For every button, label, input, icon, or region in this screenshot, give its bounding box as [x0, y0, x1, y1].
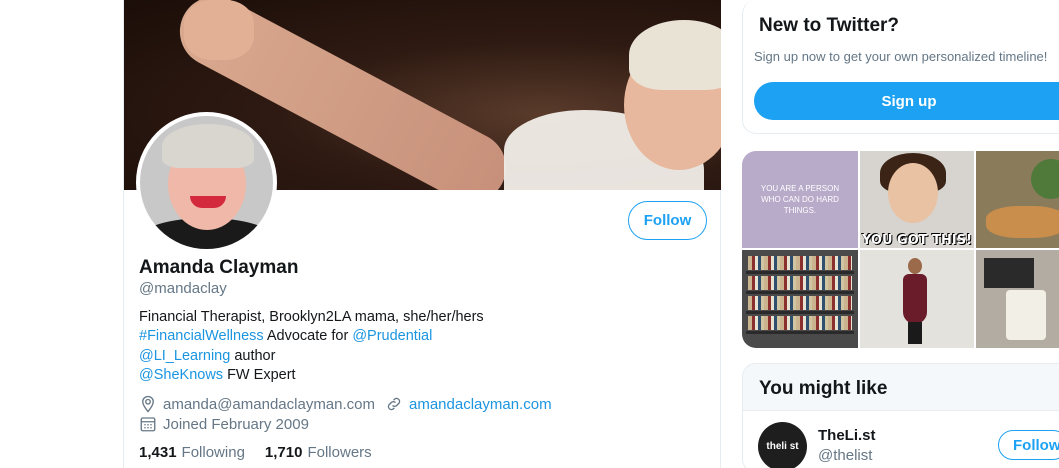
link-icon	[387, 397, 401, 411]
suggested-account-row[interactable]: theli st TheLi.st @thelist Follow	[743, 410, 1059, 468]
mention-link-li-learning[interactable]: @LI_Learning	[139, 348, 230, 364]
you-might-like-card: You might like theli st TheLi.st @thelis…	[742, 363, 1059, 468]
bio-line-2: #FinancialWellness Advocate for @Prudent…	[139, 327, 699, 346]
profile-website-link[interactable]: amandaclayman.com	[409, 396, 552, 413]
media-tile-kid[interactable]: YOU GOT THIS!	[860, 151, 974, 248]
banner-hair-shape	[629, 20, 721, 90]
suggested-account-avatar[interactable]: theli st	[758, 422, 807, 468]
media-caption: YOU GOT THIS!	[861, 233, 973, 248]
media-tile-mug[interactable]	[976, 250, 1059, 348]
followers-count: 1,710	[264, 444, 303, 461]
profile-column: Follow Amanda Clayman @mandaclay Financi…	[123, 0, 721, 468]
profile-handle: @mandaclay	[139, 280, 227, 297]
mug-shape	[1006, 290, 1046, 340]
profile-bio: Financial Therapist, Brooklyn2LA mama, s…	[139, 308, 699, 385]
profile-joined: Joined February 2009	[163, 415, 309, 433]
profile-location: amanda@amandaclayman.com	[163, 395, 375, 413]
signup-title: New to Twitter?	[759, 15, 900, 36]
shelf-line	[746, 331, 854, 334]
mention-link-sheknows[interactable]: @SheKnows	[139, 367, 223, 383]
following-label: Following	[181, 444, 245, 461]
suggested-account-handle: @thelist	[818, 447, 873, 464]
person-shape	[900, 258, 930, 344]
bio-text: Advocate for	[263, 328, 353, 345]
bio-text: FW Expert	[223, 366, 296, 383]
signup-button[interactable]: Sign up	[754, 82, 1059, 120]
fireplace-shape	[984, 258, 1034, 288]
mention-link-prudential[interactable]: @Prudential	[352, 328, 432, 344]
shelf-line	[746, 311, 854, 314]
media-tile-quote[interactable]: YOU ARE A PERSON WHO CAN DO HARD THINGS.	[742, 151, 858, 248]
shelf-line	[746, 271, 854, 274]
following-stat[interactable]: 1,431 Following	[139, 444, 245, 461]
books-row	[748, 276, 852, 290]
books-row	[748, 316, 852, 330]
profile-stats: 1,431 Following 1,710 Followers	[139, 444, 392, 461]
bio-line-4: @SheKnows FW Expert	[139, 366, 699, 385]
profile-joined-row: Joined February 2009	[139, 415, 309, 433]
person-head	[908, 258, 922, 274]
books-row	[748, 296, 852, 310]
avatar-hair-shape	[162, 124, 254, 168]
bio-line-1: Financial Therapist, Brooklyn2LA mama, s…	[139, 309, 484, 325]
followers-stat[interactable]: 1,710 Followers	[265, 444, 372, 461]
suggested-follow-button[interactable]: Follow	[998, 430, 1059, 460]
books-row	[748, 256, 852, 270]
followers-label: Followers	[307, 444, 372, 461]
person-body	[903, 274, 927, 324]
media-grid: YOU ARE A PERSON WHO CAN DO HARD THINGS.…	[742, 151, 1059, 348]
calendar-icon	[140, 417, 156, 432]
media-tile-dog[interactable]	[976, 151, 1059, 248]
location-pin-icon	[142, 395, 154, 413]
following-count: 1,431	[139, 444, 177, 461]
signup-subtitle: Sign up now to get your own personalized…	[754, 49, 1048, 64]
kid-face-shape	[888, 163, 938, 223]
dog-shape	[986, 206, 1059, 238]
bio-text: author	[230, 347, 276, 364]
bio-line-3: @LI_Learning author	[139, 347, 699, 366]
media-tile-bookshelf[interactable]	[742, 250, 858, 348]
shelf-line	[746, 291, 854, 294]
plant-shape	[1031, 159, 1059, 199]
banner-hand-shape	[184, 0, 254, 60]
media-tile-person[interactable]	[860, 250, 974, 348]
profile-meta-row: amanda@amandaclayman.com amandaclayman.c…	[139, 395, 552, 413]
suggested-account-name[interactable]: TheLi.st	[818, 427, 876, 444]
hashtag-link[interactable]: #FinancialWellness	[139, 328, 264, 344]
follow-button[interactable]: Follow	[628, 201, 707, 240]
profile-avatar[interactable]	[136, 112, 277, 253]
person-legs	[908, 322, 922, 344]
signup-card: New to Twitter? Sign up now to get your …	[742, 0, 1059, 134]
you-might-like-title: You might like	[759, 378, 888, 399]
profile-name: Amanda Clayman	[139, 257, 299, 278]
